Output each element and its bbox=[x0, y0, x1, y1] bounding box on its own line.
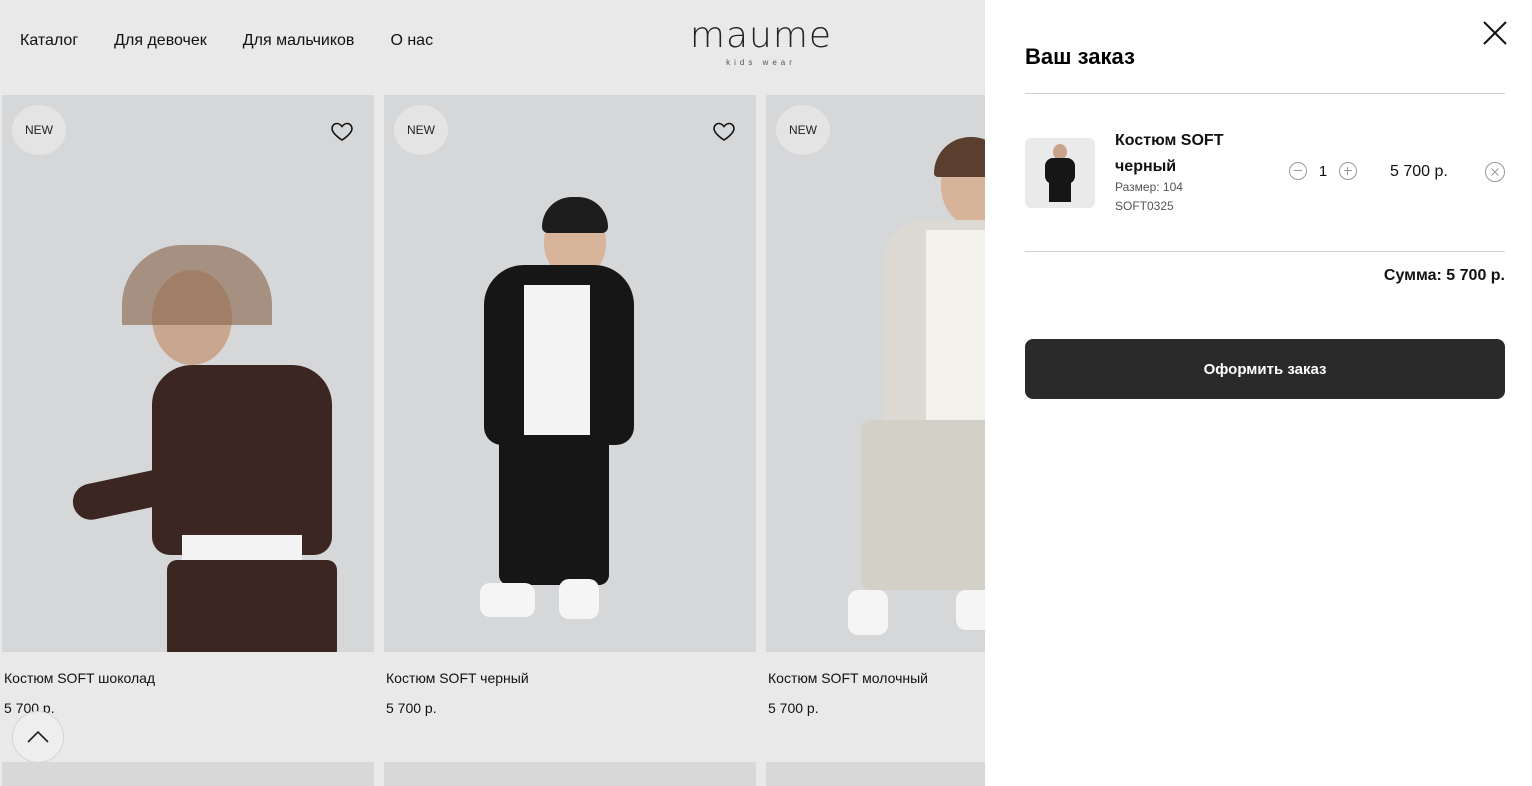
cart-item-sku: SOFT0325 bbox=[1115, 199, 1174, 213]
figure-jacket bbox=[152, 365, 332, 555]
cart-item-price: 5 700 р. bbox=[1390, 163, 1448, 180]
cart-item-name[interactable]: Костюм SOFT черный bbox=[1115, 128, 1265, 180]
quantity-value: 1 bbox=[1318, 162, 1328, 180]
nav-item-catalog[interactable]: Каталог bbox=[20, 30, 78, 52]
figure-shoe bbox=[480, 583, 535, 617]
heart-icon[interactable] bbox=[712, 119, 736, 143]
new-badge: NEW bbox=[776, 105, 830, 155]
new-badge: NEW bbox=[12, 105, 66, 155]
logo-word: maume bbox=[689, 15, 833, 56]
product-card-next-row bbox=[2, 762, 374, 786]
cart-total: Сумма: 5 700 р. bbox=[1383, 267, 1505, 284]
figure-tshirt bbox=[524, 285, 590, 435]
scroll-top-button[interactable] bbox=[12, 711, 64, 763]
new-badge: NEW bbox=[394, 105, 448, 155]
figure-jacket bbox=[1045, 158, 1075, 184]
product-card-next-row bbox=[766, 762, 985, 786]
figure-shoe bbox=[559, 579, 599, 619]
divider bbox=[1025, 93, 1505, 94]
nav-item-about[interactable]: О нас bbox=[390, 30, 433, 52]
heart-icon[interactable] bbox=[330, 119, 354, 143]
plus-circle-icon[interactable] bbox=[1339, 162, 1357, 180]
remove-x-glyph bbox=[1491, 168, 1499, 176]
product-name[interactable]: Костюм SOFT шоколад bbox=[4, 670, 374, 686]
main-nav: Каталог Для девочек Для мальчиков О нас bbox=[20, 30, 469, 52]
logo-tagline: kids wear bbox=[726, 58, 796, 67]
figure-pants bbox=[499, 435, 609, 585]
product-name[interactable]: Костюм SOFT черный bbox=[386, 670, 756, 686]
product-image[interactable]: NEW bbox=[2, 95, 374, 652]
figure-pants bbox=[167, 560, 337, 652]
checkout-button[interactable]: Оформить заказ bbox=[1025, 339, 1505, 399]
figure-hair bbox=[542, 197, 608, 233]
figure-hair bbox=[122, 245, 272, 325]
nav-item-boys[interactable]: Для мальчиков bbox=[243, 30, 355, 52]
product-card[interactable]: NEW Костюм SOFT черный 5 700 р. bbox=[384, 95, 756, 716]
close-icon[interactable] bbox=[1482, 20, 1508, 46]
chevron-up-icon bbox=[27, 730, 49, 743]
figure-tshirt bbox=[926, 230, 986, 430]
minus-circle-icon[interactable] bbox=[1289, 162, 1307, 180]
figure-pants bbox=[1049, 182, 1071, 202]
cart-item-size: Размер: 104 bbox=[1115, 180, 1183, 194]
nav-item-girls[interactable]: Для девочек bbox=[114, 30, 207, 52]
product-price: 5 700 р. bbox=[4, 700, 55, 716]
cart-title: Ваш заказ bbox=[1025, 44, 1135, 69]
remove-circle-icon[interactable] bbox=[1485, 162, 1505, 182]
cart-item-thumbnail[interactable] bbox=[1025, 138, 1095, 208]
quantity-stepper: 1 bbox=[1289, 162, 1357, 180]
figure-shoe bbox=[848, 590, 888, 635]
product-card[interactable]: NEW Костюм SOFT шоколад 5 700 р. bbox=[2, 95, 374, 716]
brand-logo[interactable]: maume kids wear bbox=[686, 15, 836, 68]
product-card-next-row bbox=[384, 762, 756, 786]
cart-panel: Ваш заказ Костюм SOFT черный Размер: 104… bbox=[985, 0, 1532, 786]
product-image[interactable]: NEW bbox=[384, 95, 756, 652]
divider bbox=[1025, 251, 1505, 252]
product-price: 5 700 р. bbox=[386, 700, 437, 716]
